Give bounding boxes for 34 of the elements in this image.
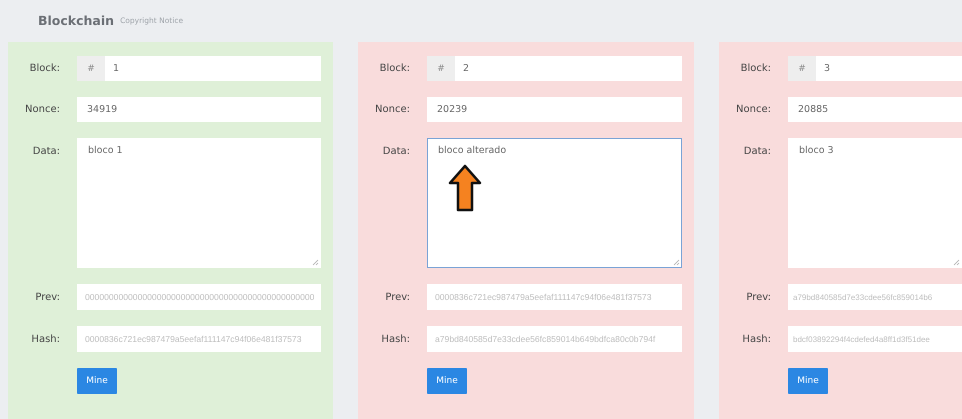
field-label: Hash: — [741, 334, 771, 344]
data-textarea[interactable]: bloco 1 — [77, 138, 321, 268]
data-textarea[interactable]: bloco alterado — [427, 138, 682, 268]
field-label: Prev: — [384, 292, 410, 302]
app-title: Blockchain — [38, 12, 114, 28]
resize-grip-icon[interactable] — [312, 259, 319, 266]
data-textarea[interactable]: bloco 3 — [788, 138, 962, 268]
nonce-field[interactable]: 20885 — [788, 97, 962, 122]
resize-grip-icon[interactable] — [673, 259, 680, 266]
hash-sign-addon: # — [77, 56, 105, 81]
nonce-field[interactable]: 20239 — [427, 97, 682, 122]
mine-button[interactable]: Mine — [788, 368, 828, 394]
field-label: Nonce: — [374, 104, 410, 115]
block-number-field[interactable]: 1 — [105, 56, 321, 81]
field-label: Block: — [378, 63, 410, 74]
field-label: Hash: — [30, 334, 60, 344]
block-number-field[interactable]: 3 — [816, 56, 962, 81]
field-label: Nonce: — [24, 104, 60, 115]
field-label: Block: — [28, 63, 60, 74]
hash-sign-addon: # — [788, 56, 816, 81]
field-label: Prev: — [745, 292, 771, 302]
mine-button[interactable]: Mine — [427, 368, 467, 394]
field-label: Data: — [742, 145, 771, 157]
field-label: Data: — [382, 145, 410, 157]
field-label: Hash: — [380, 334, 410, 344]
mine-button[interactable]: Mine — [77, 368, 117, 394]
block-number-field[interactable]: 2 — [455, 56, 682, 81]
resize-grip-icon[interactable] — [953, 259, 960, 266]
nonce-field[interactable]: 34919 — [77, 97, 321, 122]
field-label: Prev: — [34, 292, 60, 302]
field-label: Nonce: — [735, 104, 771, 115]
field-label: Block: — [740, 63, 771, 74]
hash-sign-addon: # — [427, 56, 455, 81]
field-label: Data: — [32, 145, 60, 157]
